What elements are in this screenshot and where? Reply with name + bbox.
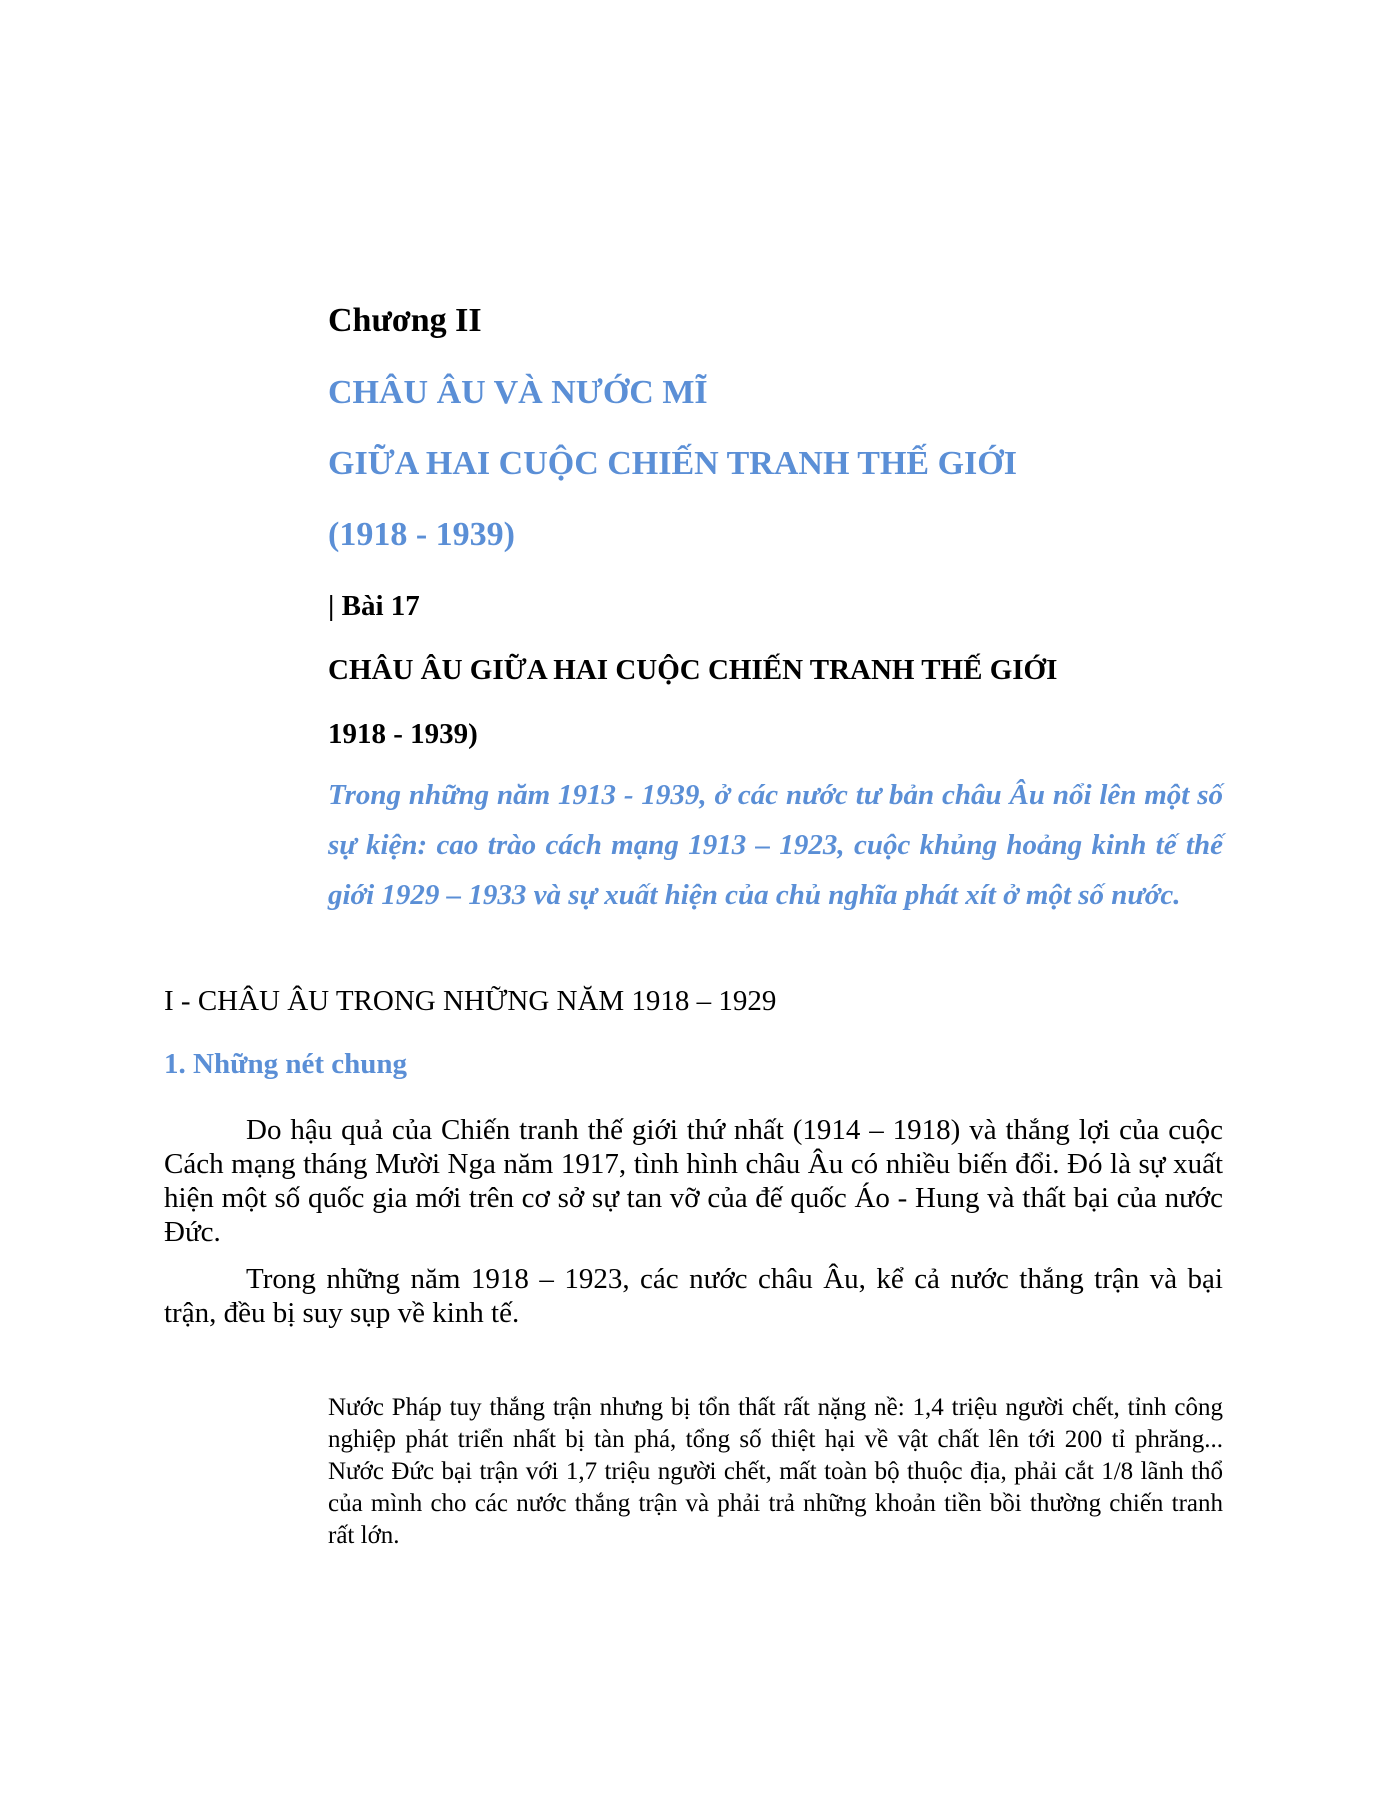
chapter-title-line-2: GIỮA HAI CUỘC CHIẾN TRANH THẾ GIỚI	[328, 445, 1017, 482]
chapter-title-line-1: CHÂU ÂU VÀ NƯỚC MĨ	[328, 374, 708, 411]
body-paragraph-1: Do hậu quả của Chiến tranh thế giới thứ …	[164, 1114, 1223, 1248]
lesson-label: | Bài 17	[328, 590, 420, 622]
supplementary-note: Nước Pháp tuy thắng trận nhưng bị tổn th…	[328, 1394, 1223, 1549]
section-heading: I - CHÂU ÂU TRONG NHỮNG NĂM 1918 – 1929	[164, 985, 777, 1017]
lesson-intro: Trong những năm 1913 - 1939, ở các nước …	[328, 779, 1223, 911]
chapter-label: Chương II	[328, 302, 482, 339]
subsection-heading: 1. Những nét chung	[164, 1048, 408, 1080]
body-paragraph-2: Trong những năm 1918 – 1923, các nước ch…	[164, 1263, 1223, 1329]
chapter-title-years: (1918 - 1939)	[328, 516, 515, 553]
lesson-years: 1918 - 1939)	[328, 718, 478, 750]
lesson-title: CHÂU ÂU GIỮA HAI CUỘC CHIẾN TRANH THẾ GI…	[328, 654, 1058, 686]
